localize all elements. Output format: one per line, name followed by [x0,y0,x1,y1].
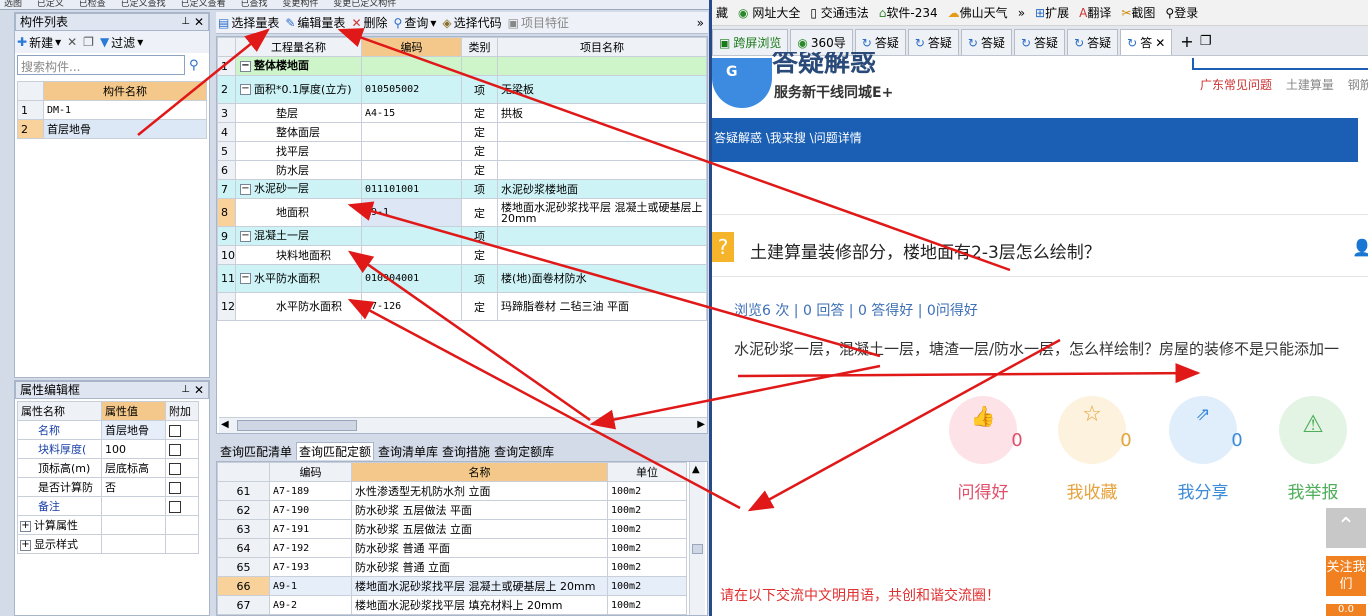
annotation-arrow [347,201,881,358]
annotation-arrow [337,28,1011,272]
annotation-arrows [137,28,1201,512]
annotation-arrow [347,250,591,422]
annotation-arrow [747,338,1061,512]
annotation-arrow [737,363,1201,384]
annotation-arrow [347,298,741,510]
annotation-arrow [137,28,270,136]
